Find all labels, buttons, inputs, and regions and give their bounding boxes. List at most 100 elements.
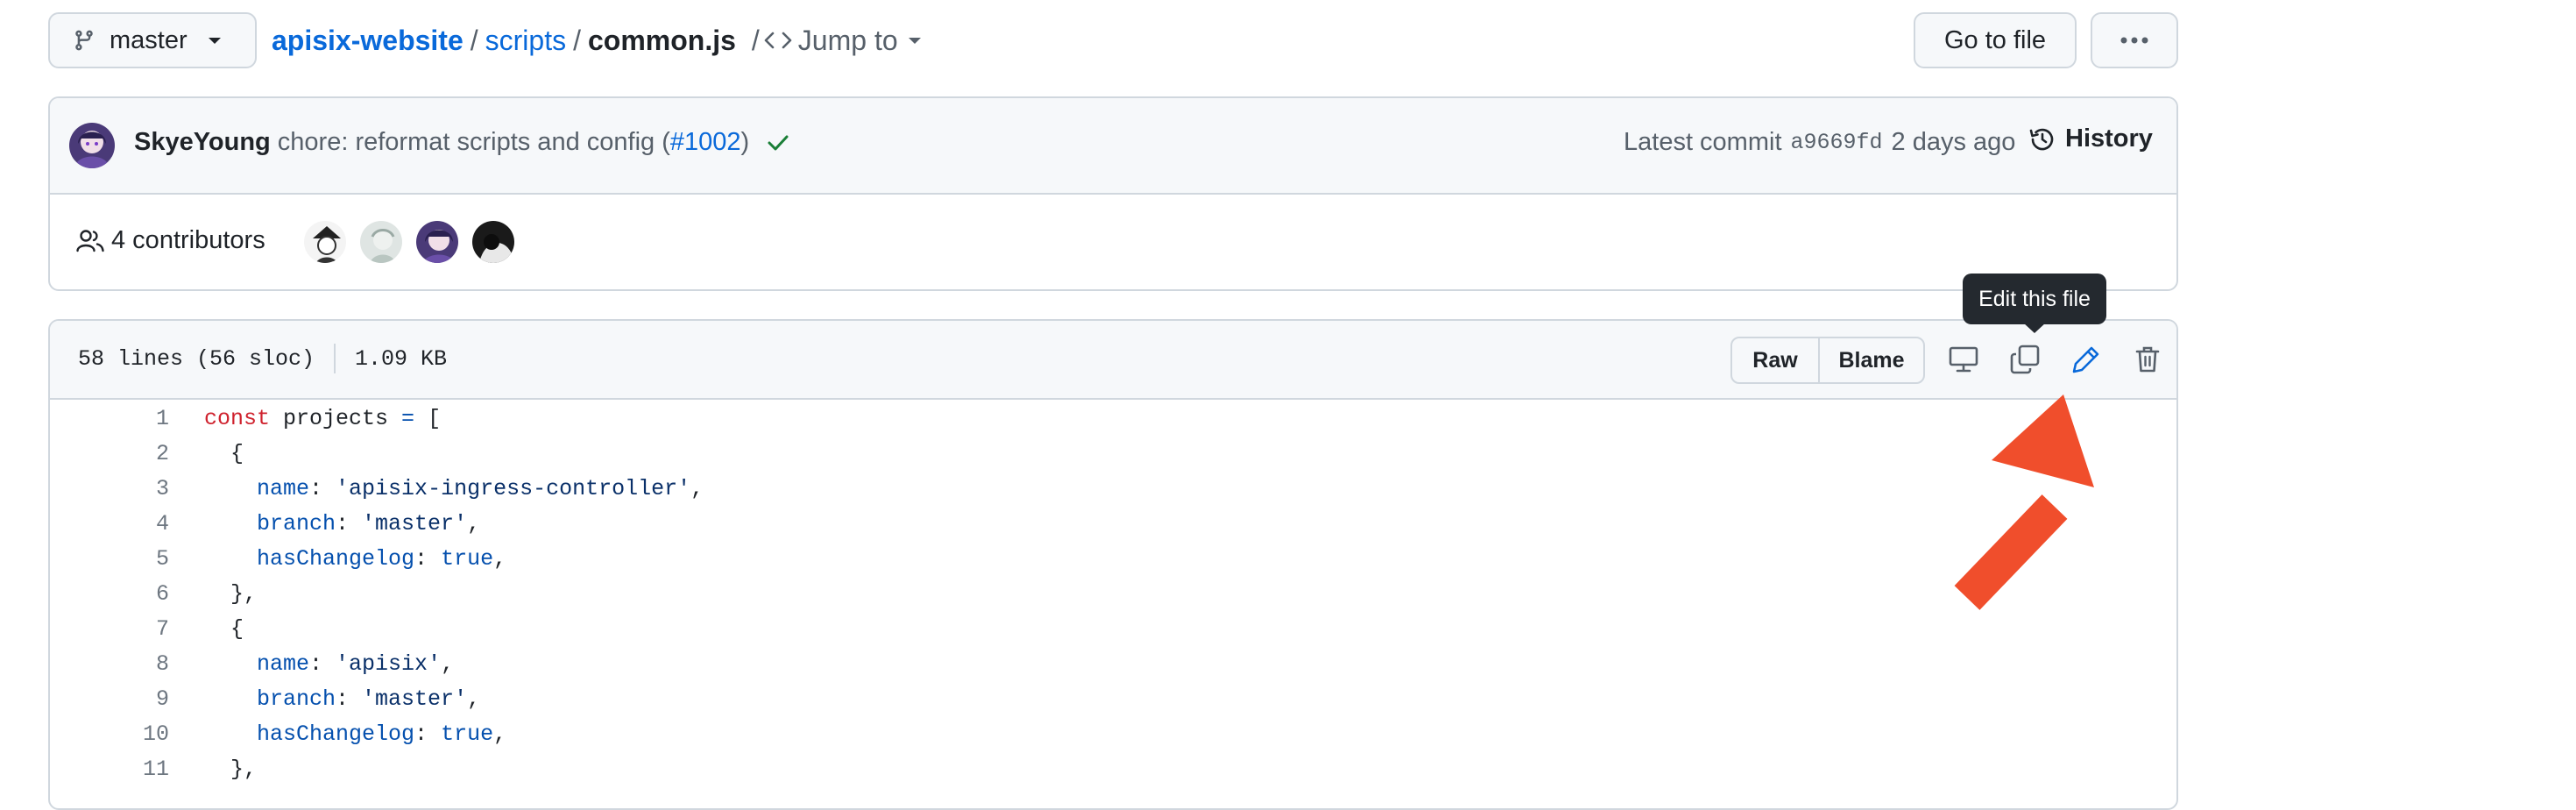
line-code: hasChangelog: true, — [204, 717, 506, 752]
commit-box: SkyeYoung chore: reformat scripts and co… — [48, 96, 2178, 291]
code-line: 10 hasChangelog: true, — [50, 717, 2153, 752]
code-token: projects — [270, 406, 402, 431]
go-to-file-button[interactable]: Go to file — [1914, 12, 2077, 68]
code-line: 8 name: 'apisix', — [50, 647, 2153, 682]
latest-commit-info: Latest commit a9669fd 2 days ago — [1624, 128, 2015, 157]
line-number[interactable]: 2 — [99, 437, 169, 472]
contributor-avatar[interactable] — [302, 219, 348, 265]
raw-button[interactable]: Raw — [1732, 338, 1820, 382]
raw-blame-group: Raw Blame — [1730, 337, 1925, 384]
code-token: : — [414, 721, 442, 747]
line-number[interactable]: 7 — [99, 612, 169, 647]
breadcrumb-separator: / — [573, 24, 581, 56]
commit-message-text[interactable]: chore: reformat scripts and config ( — [278, 128, 670, 157]
code-token: 'apisix' — [336, 651, 442, 677]
contributors-link[interactable]: 4 contributors — [76, 226, 265, 255]
chevron-down-icon — [207, 35, 223, 46]
line-code: }, — [204, 752, 257, 787]
contributor-avatar[interactable] — [358, 219, 404, 265]
line-code: branch: 'master', — [204, 507, 480, 542]
people-icon — [76, 229, 104, 253]
branch-selector-button[interactable]: master — [48, 12, 257, 68]
delete-file-button[interactable] — [2123, 335, 2172, 384]
tooltip-label: Edit this file — [1978, 286, 2091, 311]
commit-author-link[interactable]: SkyeYoung — [134, 128, 271, 157]
code-token: hasChangelog — [257, 546, 415, 572]
edit-file-tooltip: Edit this file — [1963, 274, 2106, 324]
code-token: { — [204, 616, 244, 642]
line-number[interactable]: 9 — [99, 682, 169, 717]
commit-pr-link[interactable]: #1002 — [670, 128, 741, 157]
commit-time: 2 days ago — [1891, 128, 2016, 156]
contributor-avatar[interactable] — [471, 219, 516, 265]
code-line: 6 }, — [50, 577, 2153, 612]
code-token: branch — [257, 686, 336, 712]
line-number[interactable]: 10 — [99, 717, 169, 752]
code-token: , — [467, 686, 481, 712]
breadcrumb-file-name: common.js — [587, 24, 736, 56]
code-line: 5 hasChangelog: true, — [50, 542, 2153, 577]
code-token: : — [309, 476, 336, 501]
breadcrumb: apisix-website / scripts / common.js / J… — [272, 21, 923, 60]
line-number[interactable]: 6 — [99, 577, 169, 612]
more-options-button[interactable] — [2091, 12, 2178, 68]
code-token: : — [336, 511, 363, 536]
author-avatar[interactable] — [69, 123, 115, 168]
git-branch-icon — [73, 27, 96, 53]
commit-sha-link[interactable]: a9669fd — [1791, 130, 1883, 155]
code-token: const — [204, 406, 271, 431]
code-line: 11 }, — [50, 752, 2153, 787]
code-token: true — [441, 546, 494, 572]
file-line-count: 58 lines (56 sloc) — [78, 345, 315, 372]
chevron-down-icon — [907, 35, 923, 46]
annotation-arrow — [1954, 394, 2094, 610]
code-token: = — [401, 406, 415, 431]
breadcrumb-separator: / — [470, 24, 478, 56]
breadcrumb-folder-link[interactable]: scripts — [485, 25, 566, 57]
jump-to-button[interactable]: Jump to — [763, 25, 923, 57]
code-token: branch — [257, 511, 336, 536]
line-code: { — [204, 612, 244, 647]
contributor-avatar[interactable] — [414, 219, 460, 265]
breadcrumb-repo-link[interactable]: apisix-website — [272, 25, 464, 57]
display-rendered-button[interactable] — [1939, 335, 1988, 384]
code-brackets-icon — [763, 30, 793, 51]
file-size: 1.09 KB — [355, 345, 448, 372]
go-to-file-label: Go to file — [1943, 25, 2047, 54]
line-number[interactable]: 8 — [99, 647, 169, 682]
latest-commit-label: Latest commit — [1624, 128, 1782, 156]
blame-label: Blame — [1838, 347, 1905, 373]
code-token: : — [336, 686, 363, 712]
line-number[interactable]: 11 — [99, 752, 169, 787]
line-code: hasChangelog: true, — [204, 542, 506, 577]
commit-message-line: SkyeYoung chore: reformat scripts and co… — [134, 128, 789, 157]
line-number[interactable]: 4 — [99, 507, 169, 542]
file-info-divider — [334, 344, 336, 373]
line-code: name: 'apisix-ingress-controller', — [204, 472, 704, 507]
code-token: , — [690, 476, 704, 501]
history-link[interactable]: History — [2028, 124, 2153, 153]
edit-file-button[interactable] — [2062, 335, 2111, 384]
code-token: 'apisix-ingress-controller' — [336, 476, 691, 501]
code-token: , — [467, 511, 481, 536]
copy-raw-button[interactable] — [2000, 335, 2049, 384]
tooltip-pointer — [2023, 323, 2046, 333]
code-token: 'master' — [362, 686, 468, 712]
code-token: true — [441, 721, 494, 747]
line-code: name: 'apisix', — [204, 647, 454, 682]
line-number[interactable]: 1 — [99, 401, 169, 437]
line-number[interactable]: 3 — [99, 472, 169, 507]
check-icon[interactable] — [767, 133, 789, 153]
code-line: 2 { — [50, 437, 2153, 472]
code-token: name — [257, 651, 310, 677]
blame-button[interactable]: Blame — [1820, 338, 1923, 382]
file-info: 58 lines (56 sloc) 1.09 KB — [78, 344, 447, 373]
trash-icon — [2134, 345, 2161, 374]
line-number[interactable]: 5 — [99, 542, 169, 577]
